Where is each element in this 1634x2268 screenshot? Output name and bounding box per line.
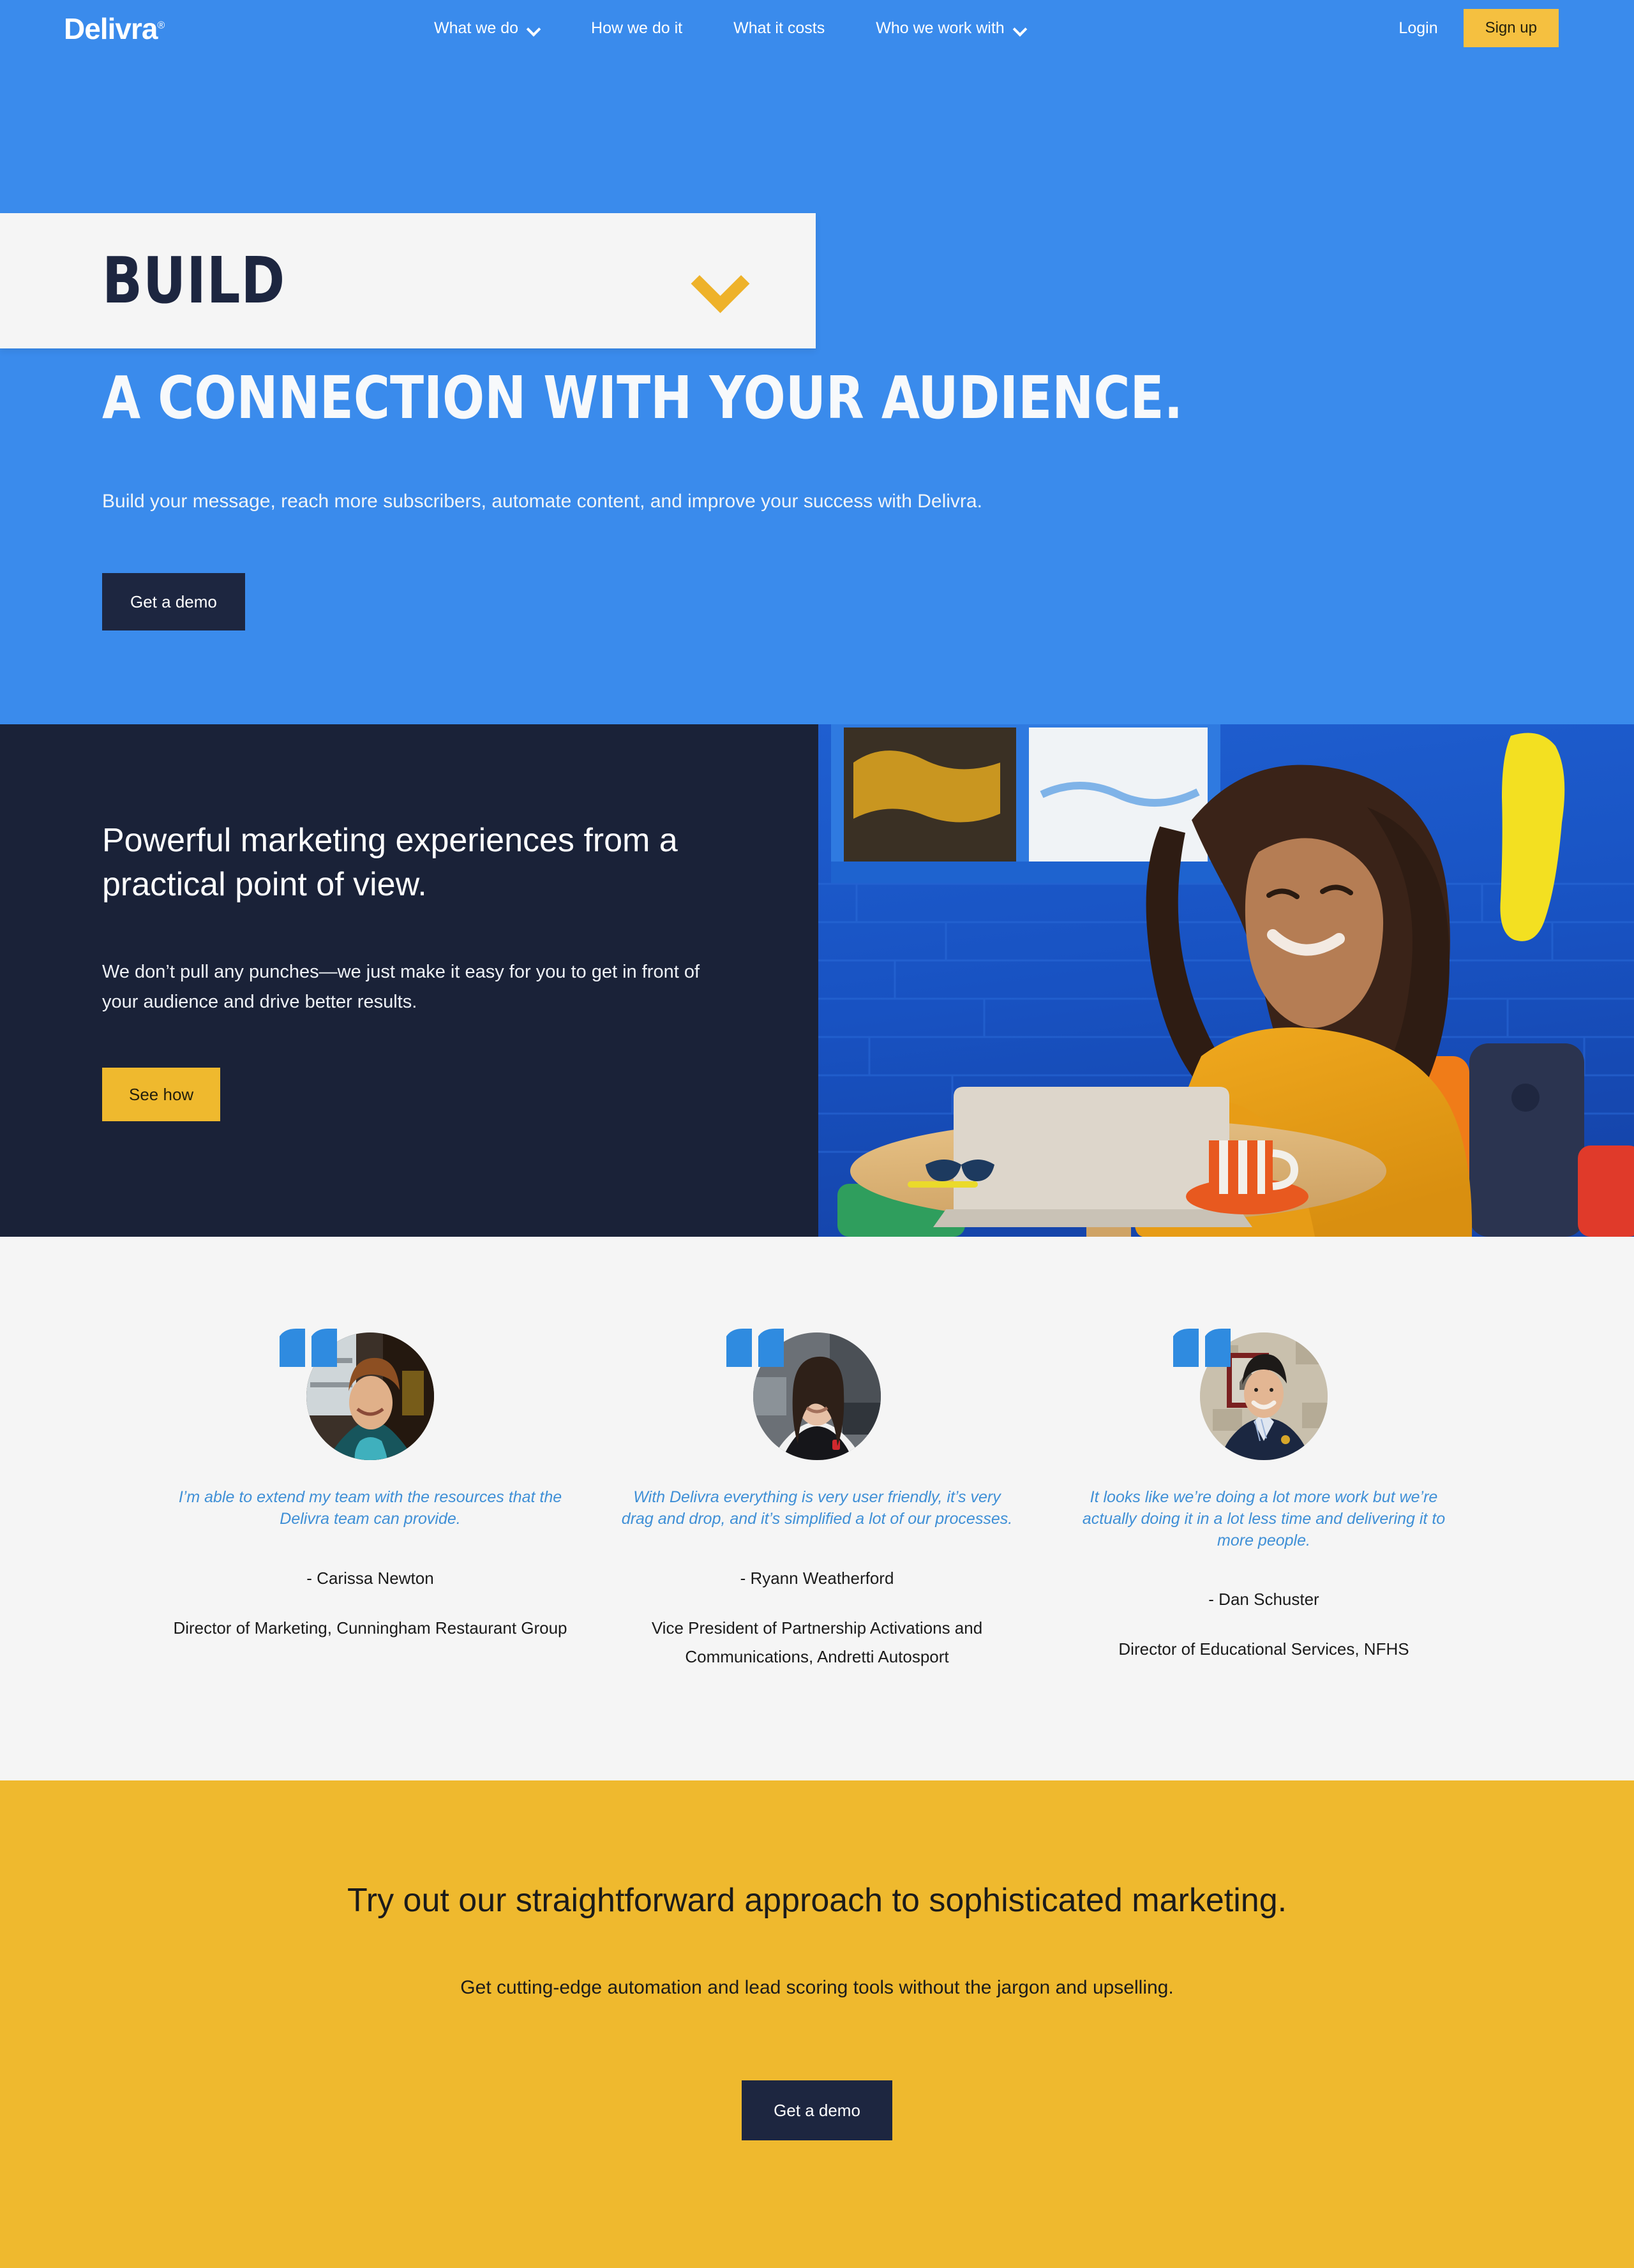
get-a-demo-button[interactable]: Get a demo [102, 573, 245, 630]
build-panel: BUILD [0, 213, 816, 348]
testimonial-role: Director of Educational Services, NFHS [1118, 1639, 1409, 1659]
testimonial-role: Director of Marketing, Cunningham Restau… [173, 1618, 567, 1638]
delivra-logo[interactable]: Delivra® [64, 12, 165, 45]
build-word: BUILD [102, 243, 286, 318]
feature-photo [818, 724, 1634, 1237]
nav-label: How we do it [591, 19, 683, 37]
quote-mark-icon [1173, 1329, 1231, 1367]
nav-label: What it costs [733, 19, 825, 37]
feature-heading: Powerful marketing experiences from a pr… [102, 822, 678, 903]
avatar-wrap [726, 1329, 881, 1460]
testimonial-quote: With Delivra everything is very user fri… [621, 1488, 1013, 1528]
chevron-down-icon[interactable] [688, 262, 752, 300]
nav-label: Who we work with [876, 19, 1005, 37]
trademark-symbol: ® [157, 20, 165, 31]
testimonial-quote: It looks like we’re doing a lot more wor… [1082, 1488, 1446, 1549]
nav-item-what-we-do[interactable]: What we do [434, 20, 540, 36]
feature-section: Powerful marketing experiences from a pr… [0, 724, 1634, 1237]
bottom-cta-section: Try out our straightforward approach to … [0, 1780, 1634, 2268]
get-a-demo-button[interactable]: Get a demo [742, 2080, 892, 2140]
nav-account-actions: Login Sign up [1398, 9, 1559, 47]
logo-text: Delivra [64, 12, 158, 45]
nav-item-what-it-costs[interactable]: What it costs [733, 20, 825, 36]
hero-subheadline: Build your message, reach more subscribe… [102, 491, 982, 512]
hero-cta-wrap: Get a demo [102, 573, 245, 630]
quote-mark-icon [280, 1329, 337, 1367]
testimonial-card: I’m able to extend my team with the reso… [147, 1329, 594, 1643]
chevron-down-icon [527, 22, 540, 35]
feature-copy: Powerful marketing experiences from a pr… [102, 819, 740, 1122]
cafe-laptop-photo [818, 724, 1634, 1237]
testimonial-name: - Ryann Weatherford [740, 1568, 894, 1588]
nav-links: What we do How we do it What it costs Wh… [434, 20, 1077, 36]
nav-item-how-we-do-it[interactable]: How we do it [591, 20, 682, 36]
chevron-down-icon [1014, 22, 1026, 35]
testimonial-card: With Delivra everything is very user fri… [594, 1329, 1040, 1672]
avatar-wrap [280, 1329, 434, 1460]
nav-item-who-we-work-with[interactable]: Who we work with [876, 20, 1026, 36]
hero-section: Delivra® What we do How we do it What it… [0, 0, 1634, 724]
cta-heading: Try out our straightforward approach to … [347, 1881, 1287, 1919]
login-link[interactable]: Login [1398, 19, 1437, 38]
hero-headline: A CONNECTION WITH YOUR AUDIENCE. [102, 364, 1183, 432]
testimonial-quote: I’m able to extend my team with the reso… [178, 1488, 562, 1528]
testimonial-card: It looks like we’re doing a lot more wor… [1040, 1329, 1487, 1664]
testimonials-section: I’m able to extend my team with the reso… [0, 1237, 1634, 1780]
nav-label: What we do [434, 19, 519, 37]
feature-body: We don’t pull any punches—we just make i… [102, 962, 700, 1012]
landing-page: Delivra® What we do How we do it What it… [0, 0, 1634, 2268]
testimonials-row: I’m able to extend my team with the reso… [0, 1329, 1634, 1672]
cta-body: Get cutting-edge automation and lead sco… [460, 1976, 1174, 1998]
main-navbar: Delivra® What we do How we do it What it… [0, 0, 1634, 69]
avatar-wrap [1173, 1329, 1328, 1460]
testimonial-role: Vice President of Partnership Activation… [651, 1618, 983, 1667]
signup-button[interactable]: Sign up [1463, 9, 1559, 47]
testimonial-name: - Carissa Newton [306, 1568, 434, 1588]
see-how-button[interactable]: See how [102, 1068, 221, 1122]
testimonial-name: - Dan Schuster [1208, 1590, 1319, 1609]
quote-mark-icon [726, 1329, 784, 1367]
